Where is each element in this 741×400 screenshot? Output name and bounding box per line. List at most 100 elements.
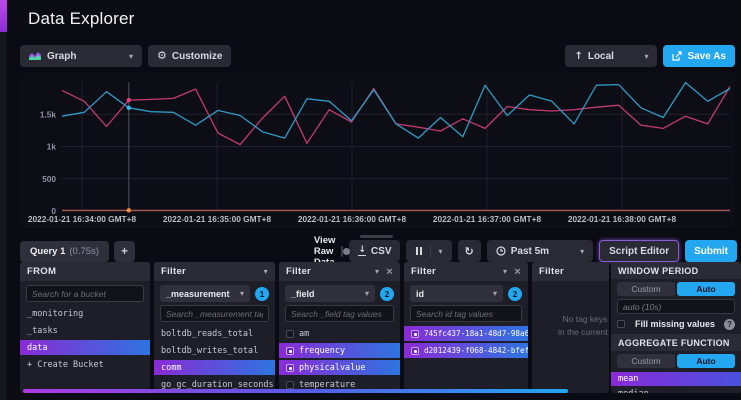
chevron-down-icon: ▾: [580, 247, 584, 256]
add-query-button[interactable]: +: [114, 241, 135, 262]
tag-value-item[interactable]: boltdb_writes_total: [154, 343, 275, 358]
bucket-panel-title: FROM: [20, 262, 150, 281]
svg-text:500: 500: [42, 174, 56, 184]
chevron-down-icon: ▾: [644, 52, 648, 61]
checkbox-icon: [286, 381, 294, 389]
tag-value-item[interactable]: frequency: [279, 343, 400, 358]
selected-count-badge: 1: [255, 287, 269, 301]
tag-value-item-label: physicalvalue: [299, 363, 366, 373]
tag-value-item-label: d2012439-f068-4842-bfef-8...: [424, 346, 528, 355]
aggregate-function-item[interactable]: median: [611, 387, 741, 393]
help-icon[interactable]: ?: [724, 319, 735, 330]
chevron-down-icon: ▾: [438, 247, 442, 256]
tag-value-item-label: frequency: [299, 346, 345, 356]
aggregate-function-item-label: mean: [618, 374, 638, 384]
close-icon[interactable]: ×: [514, 267, 521, 277]
chevron-down-icon[interactable]: ▾: [264, 267, 268, 276]
aggregate-function-item[interactable]: mean: [611, 372, 741, 386]
selected-count-badge: 2: [380, 287, 394, 301]
pause-icon: [415, 247, 423, 255]
bucket-item[interactable]: _tasks: [20, 323, 150, 338]
bucket-list: _monitoring _tasksdata + Create Bucket: [20, 306, 150, 372]
bucket-selector-panel: FROM _monitoring _tasksdata + Create Bucke…: [20, 262, 150, 393]
query-tab-name: Query 1: [30, 246, 65, 257]
close-icon[interactable]: ×: [386, 267, 393, 277]
save-as-button[interactable]: Save As: [663, 45, 735, 67]
tag-value-item[interactable]: comm: [154, 360, 275, 375]
tag-value-item-label: boltdb_reads_total: [161, 329, 253, 339]
customize-button[interactable]: ⚙ Customize: [148, 45, 231, 67]
chevron-down-icon[interactable]: ▾: [375, 267, 379, 276]
tag-value-item[interactable]: physicalvalue: [279, 360, 400, 375]
scope-dropdown[interactable]: ↑ Local ▾: [565, 45, 657, 67]
time-range-dropdown[interactable]: Past 5m ▾: [487, 240, 593, 262]
tag-value-item-label: boltdb_writes_total: [161, 346, 258, 356]
query-tabs: Query 1 (0.75s) +: [20, 240, 135, 262]
measurement-search-input[interactable]: [160, 305, 269, 322]
id-search-input[interactable]: [410, 305, 522, 322]
refresh-icon: ↻: [465, 245, 474, 258]
id-value-list: 745fc437-18a1-48d7-98a6-7... d2012439-f06…: [404, 326, 528, 358]
toggle-knob: [343, 248, 350, 255]
fill-missing-checkbox[interactable]: [617, 320, 625, 328]
tag-key-label: _field: [291, 289, 315, 299]
create-bucket-button[interactable]: + Create Bucket: [20, 357, 150, 372]
script-editor-button[interactable]: Script Editor: [599, 240, 679, 262]
customize-label: Customize: [172, 51, 223, 62]
filter-panel-title: Filter: [539, 266, 564, 277]
view-raw-data-toggle[interactable]: [341, 246, 343, 257]
refresh-button[interactable]: ↻: [458, 240, 481, 262]
tag-key-dropdown-measurement[interactable]: _measurement ▾: [160, 285, 250, 302]
download-icon: ↓: [358, 246, 366, 256]
aggregate-mode-toggle: Custom Auto: [617, 354, 735, 368]
tag-key-dropdown-id[interactable]: id ▾: [410, 285, 503, 302]
window-auto-option[interactable]: Auto: [677, 282, 735, 296]
save-as-label: Save As: [687, 51, 726, 62]
checkbox-icon: [286, 364, 294, 372]
nav-rail[interactable]: [0, 0, 7, 400]
aggregate-function-title: AGGREGATE FUNCTION: [611, 334, 741, 351]
query-tab[interactable]: Query 1 (0.75s): [20, 241, 109, 262]
checkbox-icon: [286, 347, 294, 355]
tag-key-dropdown-field[interactable]: _field ▾: [285, 285, 375, 302]
bucket-item[interactable]: _monitoring: [20, 306, 150, 321]
window-custom-option[interactable]: Custom: [617, 282, 675, 296]
save-as-icon: [672, 51, 682, 61]
tag-value-item[interactable]: am: [279, 326, 400, 341]
bucket-search-input[interactable]: [26, 285, 144, 302]
query-scrollbar-thumb[interactable]: [360, 235, 393, 238]
tag-value-item[interactable]: 745fc437-18a1-48d7-98a6-7...: [404, 326, 528, 341]
filter-panel-measurement: Filter ▾ _measurement ▾ 1 boltdb_reads_t…: [154, 262, 275, 393]
aggregate-function-list: meanmedianlast: [611, 372, 741, 393]
field-search-input[interactable]: [285, 305, 394, 322]
time-range-label: Past 5m: [511, 246, 549, 257]
window-period-value[interactable]: auto (10s): [617, 299, 735, 314]
pause-dropdown-button[interactable]: ▾: [406, 240, 451, 262]
influxdb-logo[interactable]: [0, 0, 7, 32]
filter-panel-title: Filter: [286, 266, 311, 277]
bucket-item-label: _tasks: [27, 326, 58, 336]
aggregate-custom-option[interactable]: Custom: [617, 354, 675, 368]
tag-value-item[interactable]: boltdb_reads_total: [154, 326, 275, 341]
aggregate-auto-option[interactable]: Auto: [677, 354, 735, 368]
visualization-type-dropdown[interactable]: Graph ▾: [20, 45, 142, 67]
submit-button[interactable]: Submit: [685, 240, 737, 262]
filter-panel-title: Filter: [161, 266, 186, 277]
download-csv-button[interactable]: ↓ CSV: [349, 240, 400, 262]
area-graph-icon: [29, 51, 42, 61]
time-series-chart[interactable]: 05001k1.5k2022-01-21 16:34:00 GMT+82022-…: [20, 74, 735, 228]
chevron-down-icon[interactable]: ▾: [503, 267, 507, 276]
tag-value-item[interactable]: d2012439-f068-4842-bfef-8...: [404, 343, 528, 358]
window-period-mode-toggle: Custom Auto: [617, 282, 735, 296]
divider: [430, 244, 431, 258]
arrow-up-icon: ↑: [574, 51, 582, 62]
filter-panel-empty: Filter No tag keys fou in the current ti…: [532, 262, 609, 393]
tag-value-item-label: 745fc437-18a1-48d7-98a6-7...: [424, 329, 528, 338]
svg-text:1.5k: 1.5k: [40, 109, 57, 119]
visualization-type-label: Graph: [47, 51, 76, 62]
fill-missing-values-row: Fill missing values ?: [617, 317, 735, 331]
builder-horizontal-scrollbar[interactable]: [23, 389, 568, 393]
chevron-down-icon: ▾: [493, 289, 497, 298]
bucket-item[interactable]: data: [20, 340, 150, 355]
chart-canvas[interactable]: 05001k1.5k2022-01-21 16:34:00 GMT+82022-…: [20, 74, 735, 228]
